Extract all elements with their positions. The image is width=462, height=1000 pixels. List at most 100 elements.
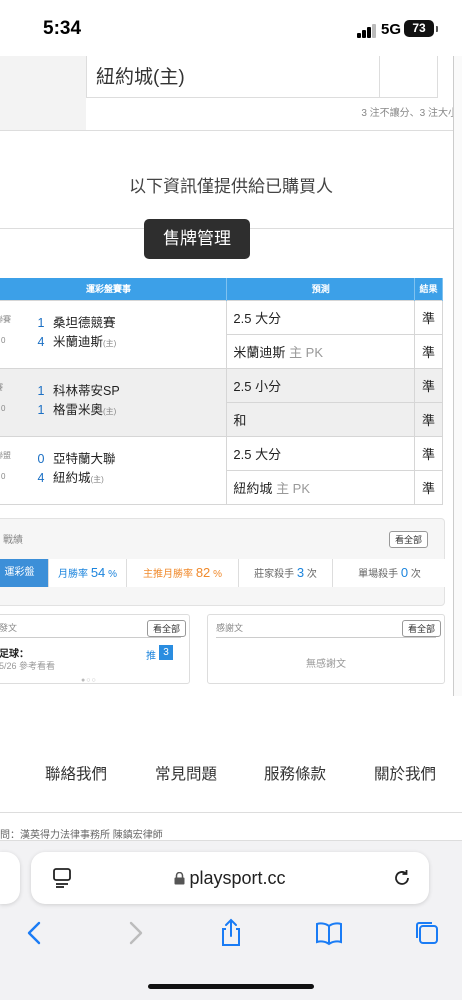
footer-link-terms[interactable]: 服務條款 <box>264 762 326 784</box>
home-tag: (主) <box>103 339 117 348</box>
league-label: 聯盟 <box>0 451 11 460</box>
push-count-badge: 3 <box>159 645 173 660</box>
thanks-panel: 感謝文 看全部 無感謝文 <box>207 614 445 684</box>
signal-icon <box>357 24 377 38</box>
league-label: 0 <box>1 336 6 345</box>
reload-icon[interactable] <box>392 868 412 888</box>
prediction-cell: 紐約城 主 PK <box>226 469 416 505</box>
footer-link-faq[interactable]: 常見問題 <box>155 762 217 784</box>
result-cell: 準 <box>414 469 443 505</box>
url-display[interactable]: playsport.cc <box>31 868 429 889</box>
header-match: 運彩盤賽事 <box>0 278 228 300</box>
post-meta: 5/26 參考看看 <box>0 661 56 671</box>
league-label: 0 <box>1 472 6 481</box>
tab-main-monthly-rate[interactable]: 主推月勝率 82 % <box>127 559 239 587</box>
posts-panel: 發文 看全部 足球： 5/26 參考看看 推 3 ●○○ <box>0 614 190 684</box>
footer-link-about[interactable]: 關於我們 <box>374 762 436 784</box>
monthly-value: 54 <box>90 565 106 580</box>
bookmarks-icon[interactable] <box>314 918 344 948</box>
team-name: 紐約城(主) <box>96 67 185 88</box>
battery-icon: 73 <box>404 20 434 37</box>
home-tag: (主) <box>103 407 117 416</box>
footer-link-contact[interactable]: 聯絡我們 <box>45 762 107 784</box>
away-score: 1 <box>37 384 45 398</box>
monthly-unit: % <box>108 569 117 580</box>
home-team: 格雷米奧 <box>53 403 104 417</box>
tabs-icon[interactable] <box>412 918 442 948</box>
tab-monthly-rate[interactable]: 月勝率 54 % <box>49 559 127 587</box>
sell-management-button[interactable]: 售牌管理 <box>144 219 250 259</box>
match-cell[interactable]: 聯賽 0 1 桑坦德競賽 4 米蘭迪斯(主) <box>0 299 228 369</box>
home-score: 4 <box>37 335 45 349</box>
away-score: 0 <box>37 452 45 466</box>
share-icon[interactable] <box>216 918 246 948</box>
match-cell[interactable]: 賽 0 1 科林蒂安SP 1 格雷米奧(主) <box>0 367 228 437</box>
away-score: 1 <box>37 316 45 330</box>
result-cell: 準 <box>414 401 443 437</box>
prediction-team: 米蘭迪斯 <box>233 344 286 360</box>
status-bar: 5:34 5G 73 <box>0 0 462 56</box>
push-label: 推 <box>146 651 156 662</box>
monthly-label: 月勝率 <box>58 569 89 580</box>
posts-see-all-button[interactable]: 看全部 <box>147 620 187 637</box>
pager-dots[interactable]: ●○○ <box>81 677 97 684</box>
league-label: 聯賽 <box>0 315 11 324</box>
legal-text: 問：漢英得力法律事務所 陳鎮宏律師 <box>0 830 163 841</box>
prediction-cell: 2.5 大分 <box>226 435 416 471</box>
tab-lottery[interactable]: 運彩盤 <box>0 559 49 587</box>
pick-count-note: 3 注不讓分、3 注大小 <box>361 108 458 119</box>
away-team: 亞特蘭大聯 <box>53 452 116 466</box>
prediction-team: 紐約城 <box>233 480 273 496</box>
status-time: 5:34 <box>43 18 82 39</box>
single-label: 單場殺手 <box>358 569 399 580</box>
main-value: 82 <box>195 565 211 580</box>
record-panel: 戰績 看全部 運彩盤 月勝率 54 % 主推月勝率 82 % 莊家殺手 3 次 … <box>0 518 446 606</box>
back-icon[interactable] <box>20 918 50 948</box>
divider <box>0 130 462 131</box>
tab-single-killer[interactable]: 單場殺手 0 次 <box>333 559 446 587</box>
home-indicator[interactable] <box>148 984 314 989</box>
main-label: 主推月勝率 <box>143 569 194 580</box>
house-value: 3 <box>296 565 305 580</box>
prediction-cell: 2.5 小分 <box>226 367 416 403</box>
lock-icon <box>174 871 185 885</box>
record-see-all-button[interactable]: 看全部 <box>389 531 429 548</box>
away-team: 科林蒂安SP <box>53 384 120 398</box>
divider <box>0 812 462 813</box>
post-title[interactable]: 足球： <box>0 645 29 660</box>
home-team: 紐約城 <box>53 471 91 485</box>
home-score: 4 <box>37 471 45 485</box>
prediction-handicap: 主 PK <box>289 344 324 360</box>
house-unit: 次 <box>306 569 317 580</box>
previous-tab-preview[interactable] <box>0 852 20 904</box>
match-cell[interactable]: 聯盟 0 0 亞特蘭大聯 4 紐約城(主) <box>0 435 228 505</box>
header-result: 結果 <box>414 278 443 300</box>
result-cell: 準 <box>414 333 443 369</box>
page-edge <box>453 56 462 696</box>
posts-title: 發文 <box>0 623 18 633</box>
address-bar[interactable]: playsport.cc <box>31 852 429 904</box>
main-unit: % <box>213 569 222 580</box>
buyer-info-text: 以下資訊僅提供給已購買人 <box>129 177 333 196</box>
forward-icon[interactable] <box>120 918 150 948</box>
url-text: playsport.cc <box>189 868 286 888</box>
prediction-cell: 2.5 大分 <box>226 299 416 335</box>
header-prediction: 預測 <box>226 278 416 300</box>
thanks-title: 感謝文 <box>216 623 244 633</box>
tab-house-killer[interactable]: 莊家殺手 3 次 <box>239 559 333 587</box>
record-title: 戰績 <box>3 535 23 546</box>
left-panel-edge <box>0 56 86 131</box>
prediction-team: 和 <box>233 412 247 428</box>
result-cell: 準 <box>414 435 443 471</box>
single-value: 0 <box>400 565 409 580</box>
single-unit: 次 <box>410 569 421 580</box>
home-team: 米蘭迪斯 <box>53 335 104 349</box>
thanks-empty-text: 無感謝文 <box>306 659 346 670</box>
prediction-handicap: 主 PK <box>276 480 311 496</box>
home-score: 1 <box>37 403 45 417</box>
thanks-see-all-button[interactable]: 看全部 <box>402 620 442 637</box>
result-cell: 準 <box>414 367 443 403</box>
battery-cap <box>436 26 438 32</box>
league-label: 0 <box>1 404 6 413</box>
house-label: 莊家殺手 <box>254 569 295 580</box>
